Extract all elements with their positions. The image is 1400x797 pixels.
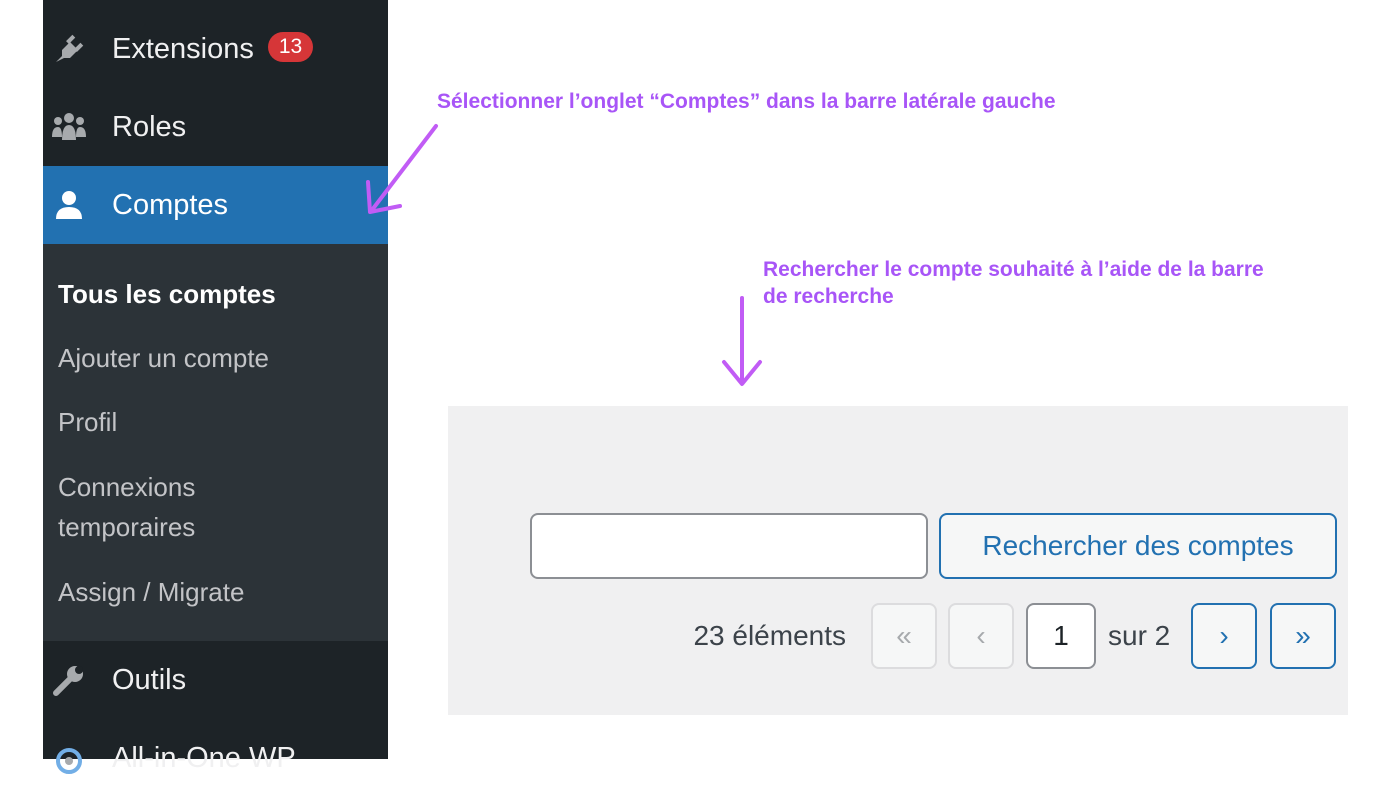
first-page-button: « — [871, 603, 937, 669]
groups-icon — [51, 109, 87, 145]
submenu-item-profil[interactable]: Profil — [58, 402, 117, 442]
last-page-button[interactable]: » — [1270, 603, 1336, 669]
submenu-item-assign-migrate[interactable]: Assign / Migrate — [58, 572, 244, 612]
submenu-item-connexions-temporaires[interactable]: Connexions — [58, 467, 195, 507]
annotation-search-hint-line1: Rechercher le compte souhaité à l’aide d… — [763, 258, 1264, 281]
annotation-arrow-sidebar — [366, 124, 438, 214]
migration-icon — [51, 740, 87, 776]
current-page-input[interactable]: 1 — [1026, 603, 1096, 669]
total-pages-label: sur 2 — [1108, 620, 1171, 651]
sidebar-item-roles[interactable]: Roles — [43, 88, 388, 166]
wrench-icon — [51, 662, 87, 698]
update-count-badge: 13 — [267, 31, 314, 62]
annotation-select-tab: Sélectionner l’onglet “Comptes” dans la … — [437, 90, 1056, 113]
sidebar-item-label: All-in-One WP — [112, 741, 296, 774]
search-accounts-button[interactable]: Rechercher des comptes — [939, 513, 1337, 579]
sidebar-item-all-in-one-wp[interactable]: All-in-One WP — [43, 719, 388, 797]
next-page-button[interactable]: › — [1191, 603, 1257, 669]
sidebar-item-label: Extensions — [112, 32, 254, 65]
submenu-item-ajouter-un-compte[interactable]: Ajouter un compte — [58, 338, 269, 378]
submenu-item-tous-les-comptes[interactable]: Tous les comptes — [58, 274, 276, 314]
annotation-search-hint-line2: de recherche — [763, 285, 894, 308]
prev-page-button: ‹ — [948, 603, 1014, 669]
annotation-search-hint: Rechercher le compte souhaité à l’aide d… — [763, 256, 1264, 310]
sidebar-item-comptes[interactable]: Comptes — [43, 166, 388, 244]
items-count: 23 éléments — [693, 620, 846, 651]
sidebar-item-outils[interactable]: Outils — [43, 641, 388, 719]
sidebar-item-label: Comptes — [112, 188, 229, 221]
sidebar-item-extensions[interactable]: Extensions 13 — [43, 10, 388, 88]
sidebar-item-label: Outils — [112, 663, 187, 696]
sidebar-item-label: Roles — [112, 110, 187, 143]
admin-sidebar: Extensions 13 Roles Comptes Tous les comp… — [43, 0, 388, 774]
comptes-submenu: Tous les comptes Ajouter un compte Profi… — [43, 244, 388, 641]
search-input[interactable] — [530, 513, 928, 579]
user-icon — [51, 187, 87, 223]
plugin-icon — [51, 31, 87, 67]
annotation-arrow-search — [722, 296, 762, 386]
submenu-item-connexions-temporaires-line2[interactable]: temporaires — [58, 507, 195, 547]
